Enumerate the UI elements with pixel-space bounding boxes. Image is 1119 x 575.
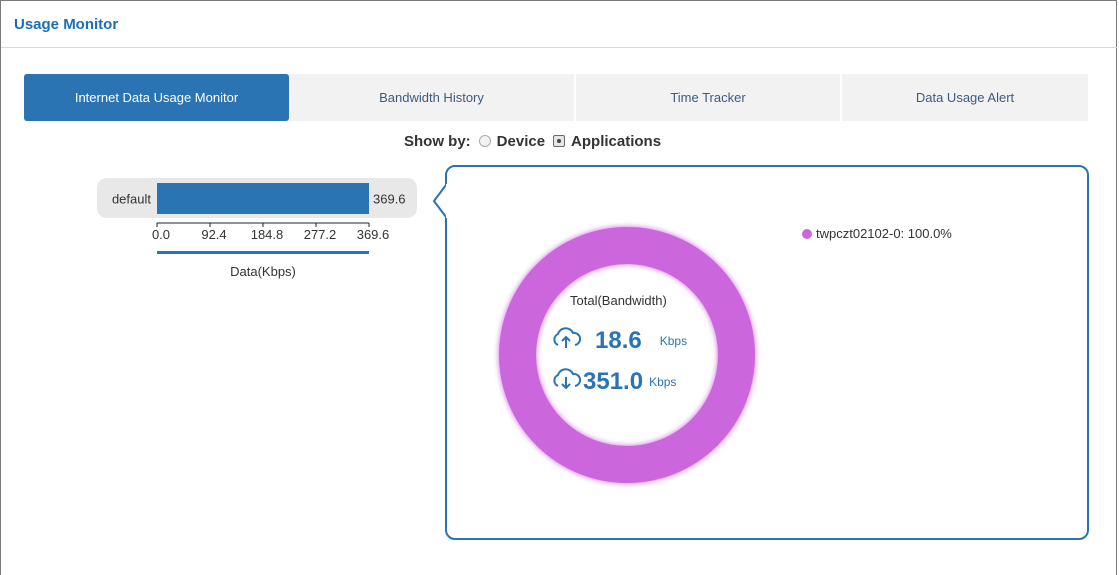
- download-rate-value: 351.0: [583, 367, 644, 395]
- total-bandwidth-label: Total(Bandwidth): [570, 293, 667, 308]
- cloud-upload-icon: [551, 326, 582, 355]
- download-rate-row: 351.0 Kbps: [551, 367, 676, 396]
- donut-layer: [499, 227, 755, 483]
- upload-rate-row: 18.6 Kbps: [551, 326, 687, 355]
- donut-slice-0: [499, 227, 755, 483]
- upload-rate-value: 18.6: [595, 326, 642, 354]
- legend-dot: [802, 228, 812, 239]
- donut-legend-item: twpczt02102-0: 100.0%: [802, 226, 952, 241]
- upload-rate-unit: Kbps: [659, 333, 688, 348]
- legend-label: twpczt02102-0: 100.0%: [816, 226, 952, 241]
- download-rate-unit: Kbps: [649, 374, 677, 389]
- cloud-download-icon: [551, 367, 582, 396]
